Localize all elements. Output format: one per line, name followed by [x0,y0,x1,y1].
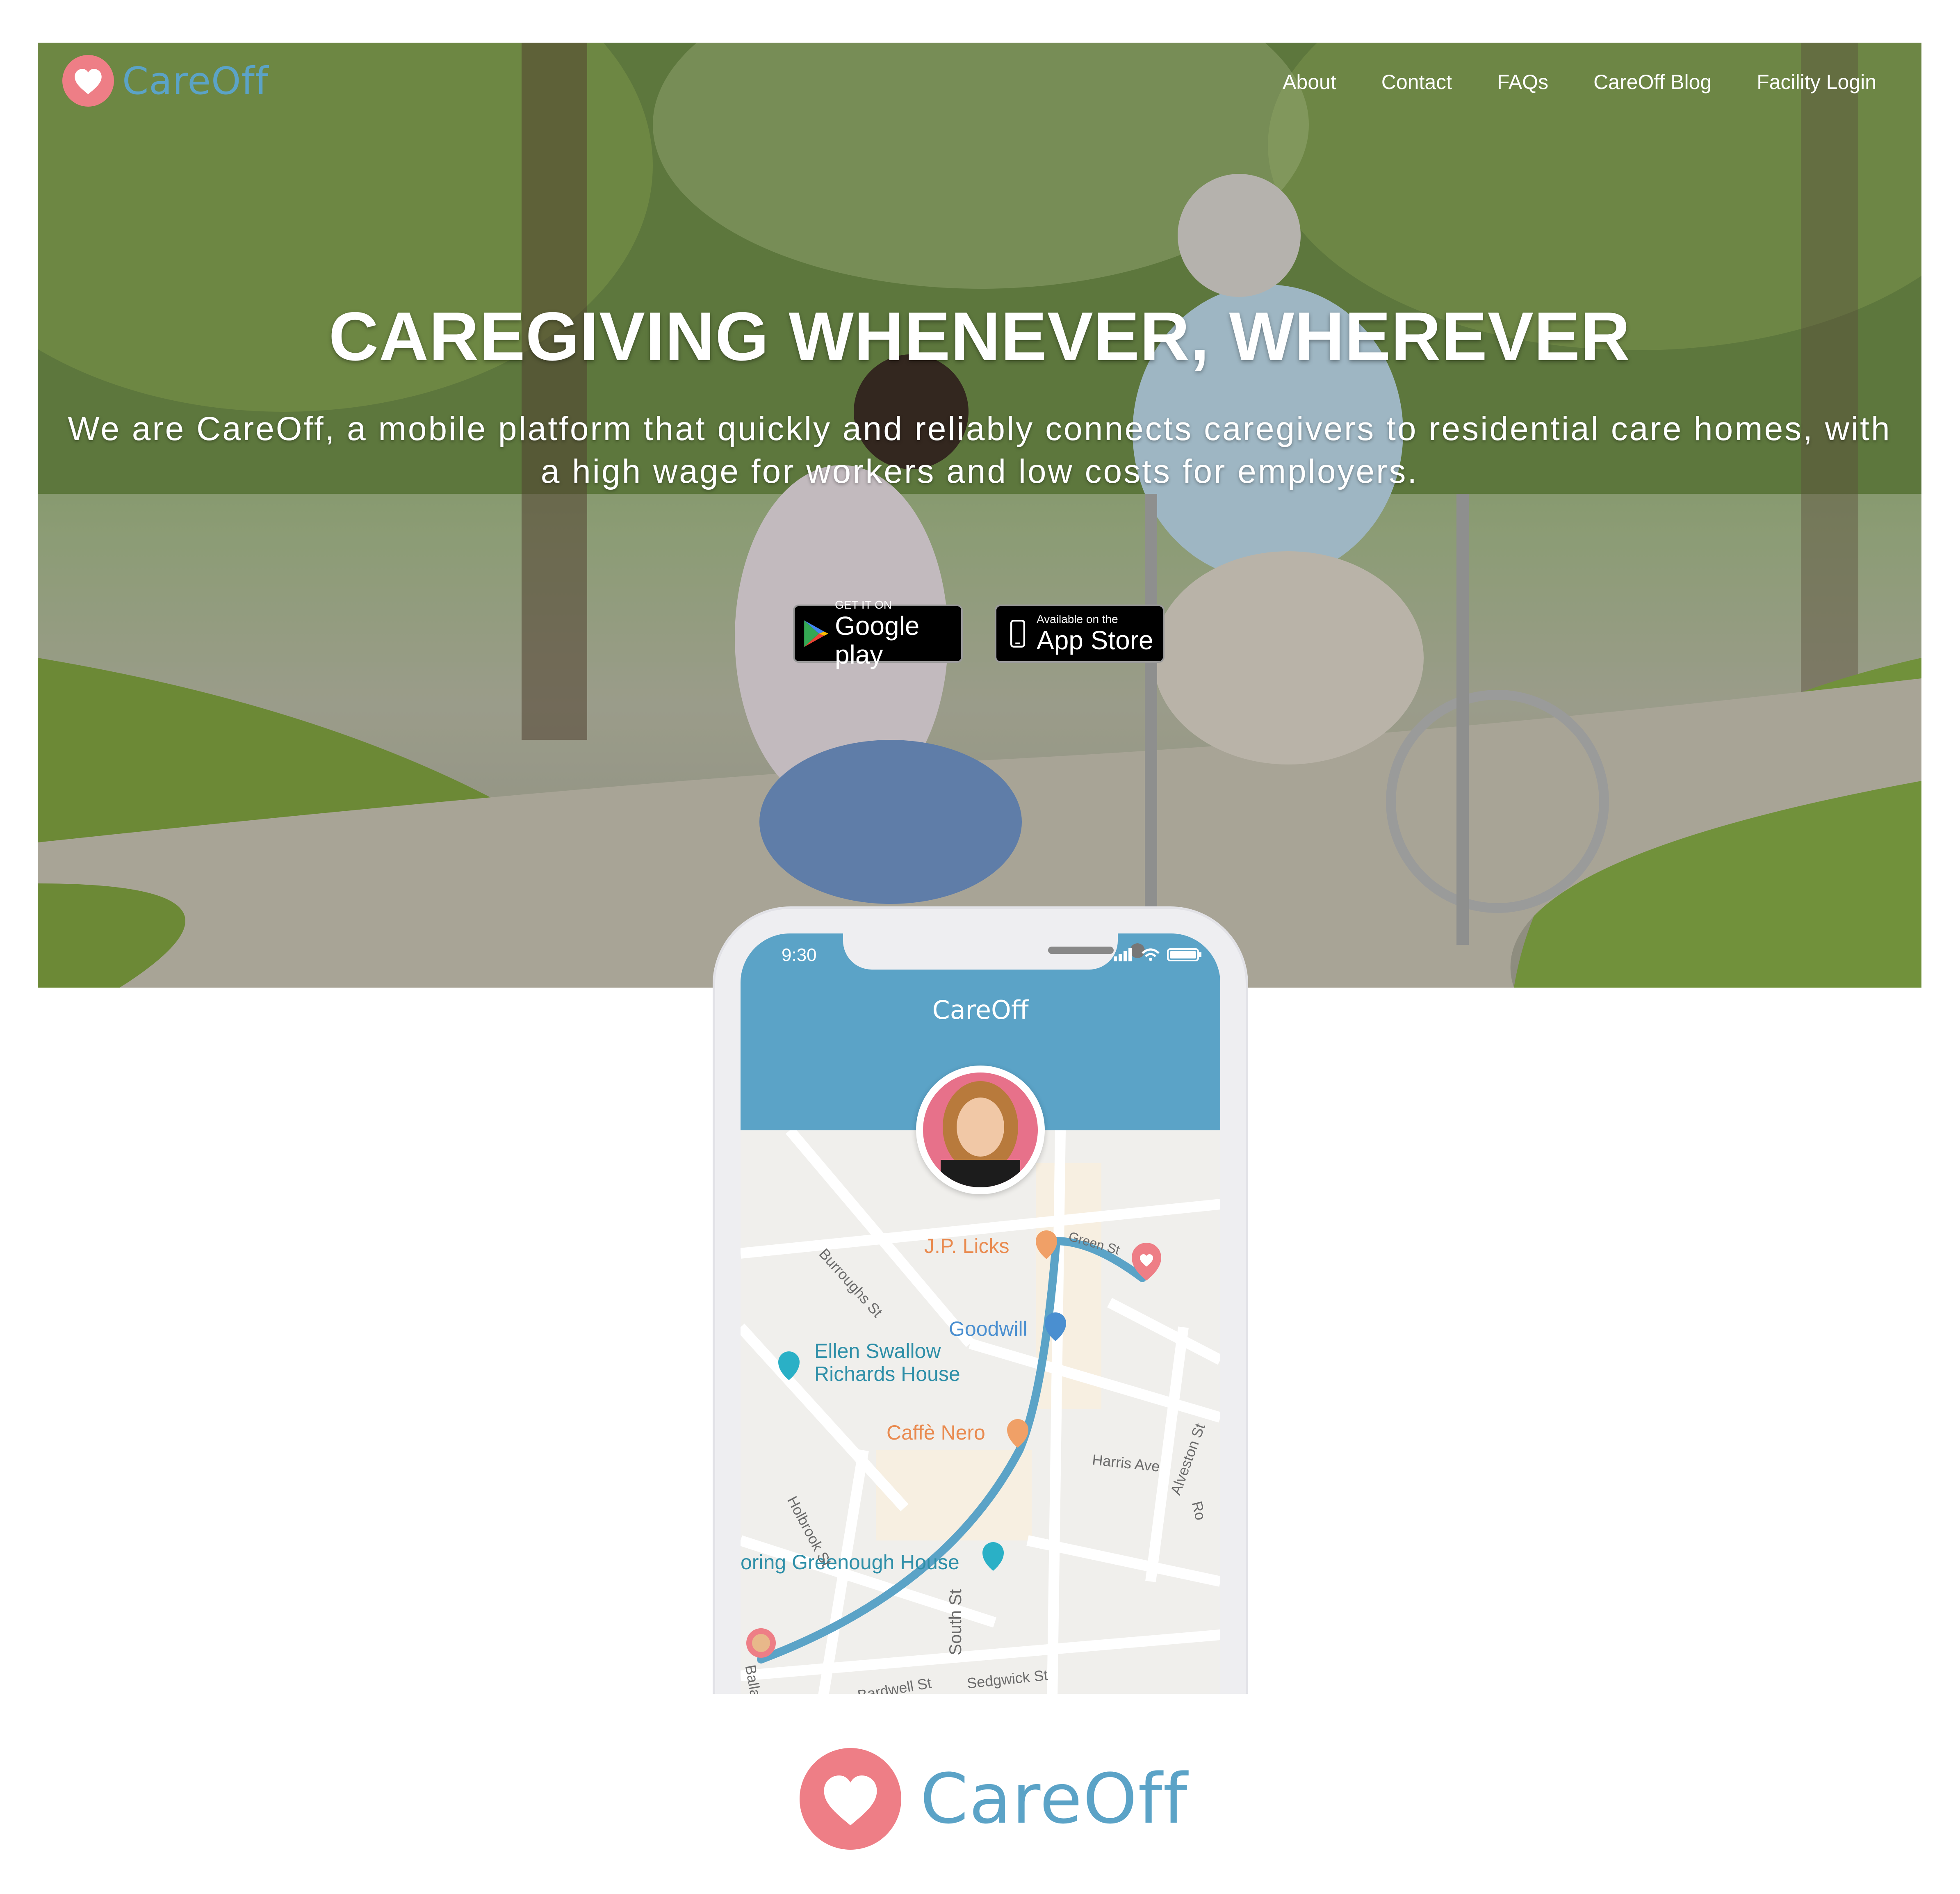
nav-facility-login-link[interactable]: Facility Login [1757,70,1876,94]
poi-jp-licks[interactable]: J.P. Licks [924,1234,1010,1258]
nav-blog-link[interactable]: CareOff Blog [1593,70,1712,94]
street-south: South St [946,1589,965,1655]
route-map[interactable] [741,1130,1220,1694]
phone-notch [843,933,1145,970]
status-time: 9:30 [782,945,817,965]
phone-speaker [1048,947,1114,954]
app-store-small-text: Available on the [1037,613,1118,625]
app-title: CareOff [932,995,1029,1025]
top-navigation: About Contact FAQs CareOff Blog Facility… [1238,62,1876,103]
nav-faqs-link[interactable]: FAQs [1497,70,1548,94]
poi-goodwill[interactable]: Goodwill [949,1317,1028,1341]
wifi-icon [1142,948,1160,961]
google-play-button[interactable]: GET IT ON Google play [793,598,963,669]
heart-logo-icon [62,55,114,107]
google-play-icon [804,620,829,647]
nav-contact-link[interactable]: Contact [1381,70,1452,94]
app-store-button[interactable]: Available on the App Store [995,605,1165,663]
google-play-small-text: GET IT ON [835,598,892,611]
footer-brand-name: CareOff [920,1759,1188,1839]
hero-subtitle: We are CareOff, a mobile platform that q… [68,410,1892,490]
poi-loring-greenough[interactable]: oring Greenough House [741,1551,959,1574]
hero-overlay [38,43,1921,988]
poi-ellen-swallow[interactable]: Ellen Swallow Richards House [814,1339,960,1385]
brand-name: CareOff [122,59,269,103]
status-bar-icons [1114,948,1201,961]
battery-icon [1167,948,1201,961]
header-logo[interactable]: CareOff [62,50,269,112]
nav-about-link[interactable]: About [1283,70,1336,94]
smartphone-icon [1010,620,1025,648]
heart-logo-icon [800,1748,901,1850]
caregiver-location-pin-icon [746,1628,776,1658]
hero-title: CAREGIVING WHENEVER, WHEREVER [328,298,1631,375]
signal-icon [1114,948,1132,961]
google-play-big-text: Google play [835,611,920,669]
caregiver-avatar[interactable] [916,1066,1045,1194]
phone-mockup: 9:30 CareOff J.P. Licks Goodwill Ellen S… [713,906,1248,1694]
footer-logo: CareOff [800,1748,1188,1850]
app-store-big-text: App Store [1037,625,1153,655]
poi-caffe-nero[interactable]: Caffè Nero [887,1421,985,1444]
phone-screen: 9:30 CareOff J.P. Licks Goodwill Ellen S… [741,933,1220,1694]
caregiver-portrait [923,1073,1038,1187]
hero-section: CareOff About Contact FAQs CareOff Blog … [38,43,1921,988]
